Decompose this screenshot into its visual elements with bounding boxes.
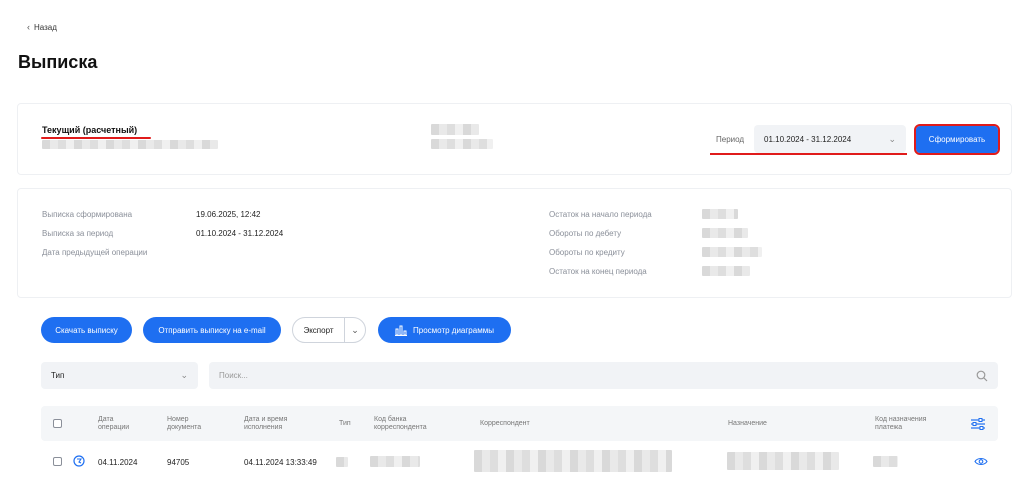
info-label: Остаток на конец периода [549,267,647,276]
view-chart-button[interactable]: Просмотр диаграммы [378,317,511,343]
type-filter-label: Тип [51,371,65,380]
redacted-value [702,266,750,276]
annotation-underline [41,137,151,139]
redacted-cell [474,450,672,472]
chevron-down-icon: ⌄ [888,133,896,144]
column-settings-icon[interactable] [970,417,986,431]
row-checkbox[interactable] [53,457,62,466]
download-statement-button[interactable]: Скачать выписку [41,317,132,343]
select-all-checkbox[interactable] [53,419,62,428]
redacted-value [702,247,762,257]
info-label: Выписка за период [42,229,114,238]
column-header-purpose-code[interactable]: Код назначения платежа [875,416,945,432]
search-placeholder: Поиск... [219,371,248,380]
chevron-down-icon: ⌄ [351,324,359,335]
search-icon [976,370,988,381]
cell-exec-datetime: 04.11.2024 13:33:49 [244,458,317,467]
info-label: Остаток на начало периода [549,210,652,219]
view-chart-label: Просмотр диаграммы [413,325,494,335]
info-label: Выписка сформирована [42,210,133,219]
search-input[interactable]: Поиск... [209,362,998,389]
export-label: Экспорт [303,325,334,335]
info-value: 19.06.2025, 12:42 [196,210,261,219]
chevron-left-icon: ‹ [27,22,30,32]
redacted-cell [336,457,348,467]
export-dropdown[interactable]: Экспорт ⌄ [292,317,366,343]
period-select[interactable]: 01.10.2024 - 31.12.2024 ⌄ [754,125,906,153]
annotation-underline [710,153,907,155]
redacted-value [702,209,738,219]
info-label: Обороты по кредиту [549,248,625,257]
column-header-date[interactable]: Дата операции [98,416,143,432]
period-label: Период [716,135,745,144]
redacted-cell [370,456,420,467]
column-header-doc-number[interactable]: Номер документа [167,416,217,432]
back-link[interactable]: ‹ Назад [27,22,57,32]
column-header-bank-code[interactable]: Код банка корреспондента [374,416,449,432]
redacted-value [702,228,748,238]
generate-button[interactable]: Сформировать [914,124,1000,155]
send-email-button[interactable]: Отправить выписку на e-mail [143,317,281,343]
incoming-operation-icon [73,455,85,467]
eye-icon[interactable] [974,457,988,466]
column-header-purpose[interactable]: Назначение [728,420,767,428]
statement-info-card [17,188,1012,298]
cell-doc-number: 94705 [167,458,190,467]
account-name: Текущий (расчетный) [42,125,138,135]
back-label: Назад [34,22,57,32]
period-value: 01.10.2024 - 31.12.2024 [764,134,852,144]
info-label: Дата предыдущей операции [42,248,148,257]
chevron-down-icon: ⌄ [180,370,188,380]
page-title: Выписка [18,52,98,72]
bar-chart-icon [395,325,408,336]
redacted-text [431,139,493,149]
column-header-correspondent[interactable]: Корреспондент [480,420,530,428]
info-value: 01.10.2024 - 31.12.2024 [196,229,284,238]
column-header-exec-datetime[interactable]: Дата и время исполнения [244,416,314,432]
info-label: Обороты по дебету [549,229,622,238]
cell-date: 04.11.2024 [98,458,138,467]
account-number-redacted [42,140,218,149]
type-filter-select[interactable]: Тип ⌄ [41,362,198,389]
redacted-cell [727,452,839,470]
redacted-text [431,124,479,135]
column-header-type[interactable]: Тип [339,420,351,428]
redacted-cell [873,456,898,467]
